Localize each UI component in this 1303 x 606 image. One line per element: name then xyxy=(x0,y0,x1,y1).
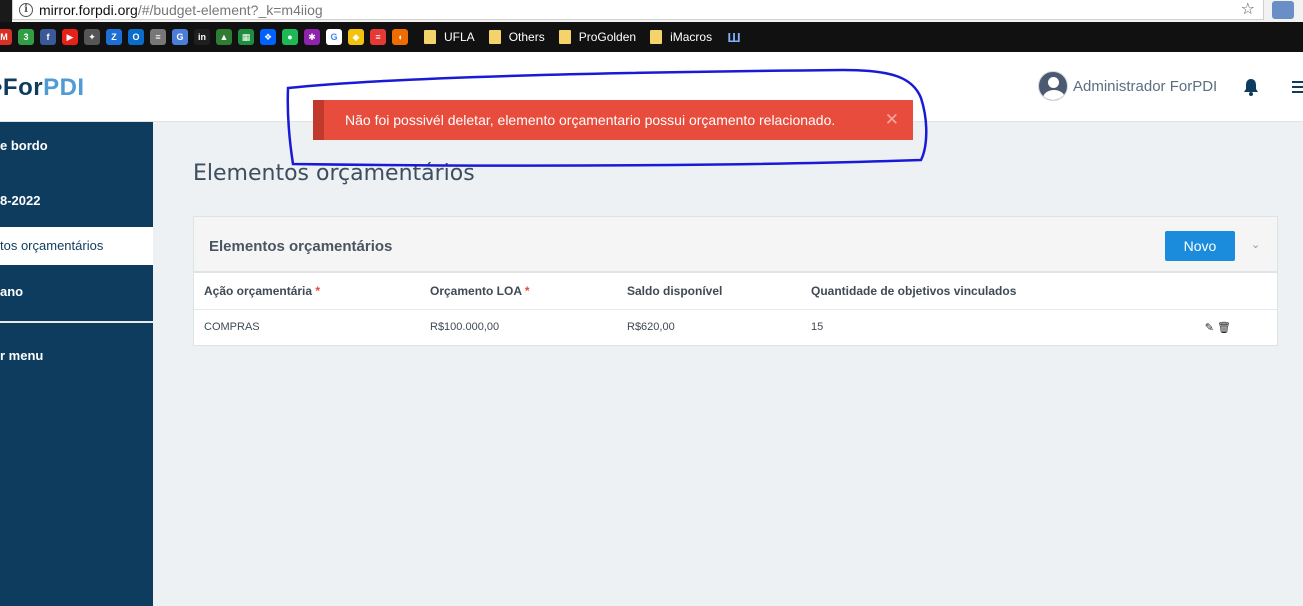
column-header-actions xyxy=(1167,273,1277,310)
alert-message: Não foi possivél deletar, elemento orçam… xyxy=(345,112,836,128)
column-header-label: Ação orçamentária xyxy=(204,283,313,298)
drive-icon[interactable]: ▲ xyxy=(216,29,232,45)
bookmark-folder[interactable]: iMacros xyxy=(650,30,712,44)
sidebar-item-label: ano xyxy=(0,284,24,299)
bookmark-folder[interactable]: UFLA xyxy=(424,30,475,44)
url-text[interactable]: mirror.forpdi.org/#/budget-element?_k=m4… xyxy=(39,2,323,18)
avatar xyxy=(1038,71,1068,101)
url-domain: mirror.forpdi.org xyxy=(39,1,138,18)
budget-elements-panel: Elementos orçamentários Novo ⌄ Ação orça… xyxy=(193,216,1278,346)
gmail-icon[interactable]: M xyxy=(0,29,12,45)
shield-icon[interactable]: ◖ xyxy=(392,29,408,45)
table-row: COMPRAS R$100.000,00 R$620,00 15 ✎ 🗑 xyxy=(194,309,1277,345)
imacros-icon[interactable]: Ш xyxy=(726,29,743,45)
chevron-down-icon[interactable]: ⌄ xyxy=(1251,238,1260,251)
cell-saldo: R$620,00 xyxy=(627,321,675,334)
bookmark-folder-label: ProGolden xyxy=(578,30,637,44)
youtube-icon[interactable]: ▶ xyxy=(62,29,78,45)
sidebar: e bordo 8-2022 tos orçamentários ano r m… xyxy=(0,122,153,606)
column-header-saldo[interactable]: Saldo disponível xyxy=(617,273,801,310)
spotify-icon[interactable]: ● xyxy=(282,29,298,45)
url-field[interactable]: i mirror.forpdi.org/#/budget-element?_k=… xyxy=(12,0,1264,20)
column-header-acao[interactable]: Ação orçamentária * xyxy=(194,273,420,310)
bookmark-folder[interactable]: ProGolden xyxy=(558,30,637,44)
translate-icon[interactable]: G xyxy=(172,29,188,45)
row-actions: ✎ 🗑 xyxy=(1167,309,1277,345)
back-button[interactable] xyxy=(0,0,12,22)
panel-title: Elementos orçamentários xyxy=(209,238,393,255)
column-header-label: Orçamento LOA xyxy=(430,283,522,298)
sheets-icon[interactable]: ▦ xyxy=(238,29,254,45)
edit-icon[interactable]: ✎ xyxy=(1205,322,1214,334)
column-header-loa[interactable]: Orçamento LOA * xyxy=(420,273,617,310)
user-name: Administrador ForPDI xyxy=(1073,77,1218,95)
fan-icon[interactable]: ✦ xyxy=(84,29,100,45)
outlook-icon[interactable]: O xyxy=(128,29,144,45)
extension-icon[interactable] xyxy=(1272,1,1294,19)
bank-icon[interactable]: ◆ xyxy=(348,29,364,45)
sidebar-item-collapse-menu[interactable]: r menu xyxy=(0,348,153,363)
bookmark-folders: UFLA Others ProGolden iMacros xyxy=(424,30,726,44)
bookmark-folder-label: UFLA xyxy=(444,30,475,44)
trash-icon[interactable]: 🗑 xyxy=(1217,322,1231,334)
badge-3-icon[interactable]: 3 xyxy=(18,29,34,45)
logo-prefix: •For xyxy=(0,74,44,101)
info-icon[interactable]: i xyxy=(19,2,33,17)
z-icon[interactable]: Z xyxy=(106,29,122,45)
bell-icon[interactable] xyxy=(1243,78,1259,96)
dropbox-icon[interactable]: ❖ xyxy=(260,29,276,45)
column-header-quantidade[interactable]: Quantidade de objetivos vinculados xyxy=(801,273,1167,310)
sidebar-item-plan[interactable]: 8-2022 xyxy=(0,193,153,208)
cell-loa: R$100.000,00 xyxy=(430,321,500,334)
sidebar-item-plano[interactable]: ano xyxy=(0,284,153,299)
close-icon[interactable]: ✕ xyxy=(885,110,899,130)
required-marker: * xyxy=(524,283,530,298)
folder-icon xyxy=(488,30,501,44)
url-path: /#/budget-element?_k=m4iiog xyxy=(137,1,323,18)
required-marker: * xyxy=(315,283,321,298)
column-header-label: Saldo disponível xyxy=(627,283,723,298)
bookmark-folder-label: Others xyxy=(508,30,545,44)
error-alert: Não foi possivél deletar, elemento orçam… xyxy=(313,100,913,140)
sidebar-item-dashboard[interactable]: e bordo xyxy=(0,138,153,153)
sidebar-item-label: r menu xyxy=(0,348,44,363)
folder-icon xyxy=(650,30,663,44)
bookmark-icons: M 3 f ▶ ✦ Z O ≡ Gin ▲ ▦ ❖ ● ✱ G ◆ ≡ ◖ xyxy=(0,29,414,45)
sidebar-item-label: 8-2022 xyxy=(0,193,41,208)
bookmark-star-icon[interactable]: ☆ xyxy=(1241,0,1255,20)
forpdi-logo[interactable]: •ForPDI xyxy=(0,74,85,102)
sidebar-divider xyxy=(0,321,153,323)
page-title: Elementos orçamentários xyxy=(193,161,475,186)
hamburger-menu-icon[interactable] xyxy=(1292,81,1303,93)
panel-header: Elementos orçamentários Novo ⌄ xyxy=(194,217,1277,273)
browser-address-bar: i mirror.forpdi.org/#/budget-element?_k=… xyxy=(0,0,1303,22)
facebook-icon[interactable]: f xyxy=(40,29,56,45)
bookmark-folder-label: iMacros xyxy=(670,30,713,44)
sidebar-item-label: tos orçamentários xyxy=(0,238,104,253)
doc-icon[interactable]: ≡ xyxy=(150,29,166,45)
sidebar-item-budget-elements[interactable]: tos orçamentários xyxy=(0,227,153,265)
column-header-label: Quantidade de objetivos vinculados xyxy=(811,283,1017,298)
budget-elements-table: Ação orçamentária * Orçamento LOA * Sald… xyxy=(194,273,1277,345)
red-flag-icon[interactable]: ≡ xyxy=(370,29,386,45)
folder-icon xyxy=(558,30,571,44)
new-button[interactable]: Novo xyxy=(1165,231,1235,261)
logo-suffix: PDI xyxy=(43,74,85,101)
figure-icon[interactable]: ✱ xyxy=(304,29,320,45)
in-icon[interactable]: in xyxy=(194,29,210,45)
bookmark-folder[interactable]: Others xyxy=(488,30,545,44)
folder-icon xyxy=(424,30,436,44)
cell-acao: COMPRAS xyxy=(204,321,260,334)
cell-quantidade: 15 xyxy=(811,321,824,334)
bookmarks-bar: M 3 f ▶ ✦ Z O ≡ Gin ▲ ▦ ❖ ● ✱ G ◆ ≡ ◖ UFLA Others ProGolden… xyxy=(0,22,1303,52)
google-icon[interactable]: G xyxy=(326,29,342,45)
table-header-row: Ação orçamentária * Orçamento LOA * Sald… xyxy=(194,273,1277,310)
user-menu[interactable]: Administrador ForPDI xyxy=(1038,71,1217,101)
sidebar-item-label: e bordo xyxy=(0,138,48,153)
